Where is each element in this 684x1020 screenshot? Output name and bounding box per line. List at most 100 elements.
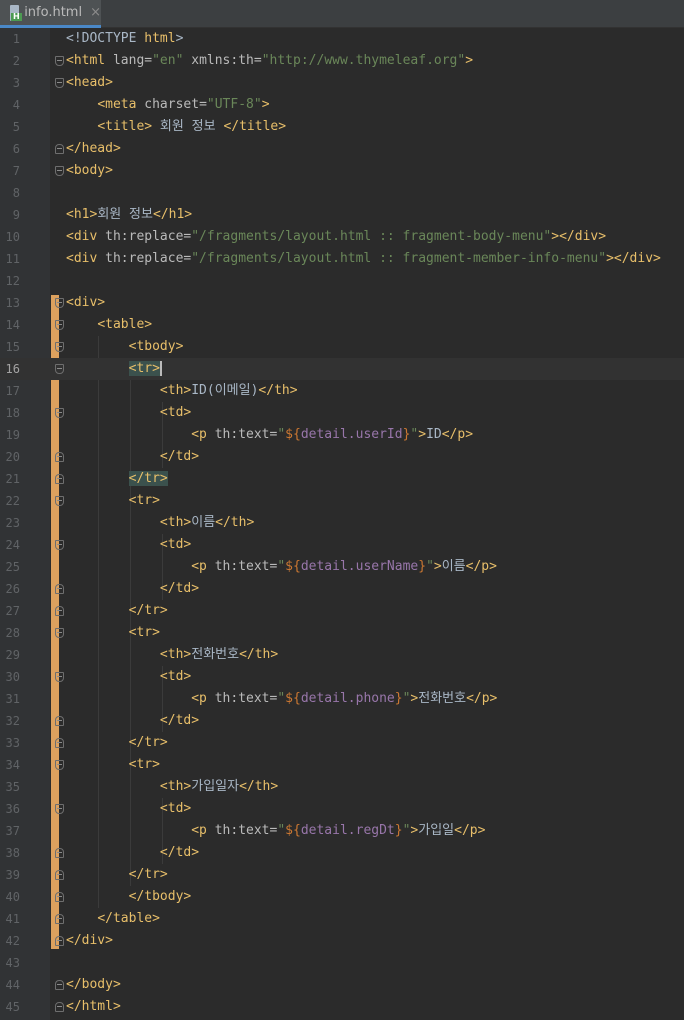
fold-start-icon[interactable] xyxy=(55,804,64,814)
code-token: <p xyxy=(191,823,215,838)
code-token: th:replace= xyxy=(105,251,192,266)
code-line[interactable]: 40 </tbody> xyxy=(0,886,684,908)
code-editor[interactable]: 1 <!DOCTYPE html> 2 <html lang="en" xmlns:t… xyxy=(0,28,684,1020)
code-token: <th> xyxy=(159,779,192,794)
fold-end-icon[interactable] xyxy=(55,144,64,154)
code-line[interactable]: 5 <title> 회원 정보 </title> xyxy=(0,116,684,138)
code-token: ${ xyxy=(285,427,301,442)
code-line[interactable]: 27 </tr> xyxy=(0,600,684,622)
fold-start-icon[interactable] xyxy=(55,320,64,330)
code-line[interactable]: 14 <table> xyxy=(0,314,684,336)
code-line[interactable]: 19 <p th:text="${detail.userId}">ID</p> xyxy=(0,424,684,446)
code-token: ID xyxy=(426,427,442,442)
fold-start-icon[interactable] xyxy=(55,496,64,506)
code-line[interactable]: 1 <!DOCTYPE html> xyxy=(0,28,684,50)
line-number: 31 xyxy=(5,692,20,706)
code-line[interactable]: 9 <h1>회원 정보</h1> xyxy=(0,204,684,226)
code-line[interactable]: 41 </table> xyxy=(0,908,684,930)
code-line[interactable]: 7 <body> xyxy=(0,160,684,182)
code-line[interactable]: 8 xyxy=(0,182,684,204)
code-line[interactable]: 15 <tbody> xyxy=(0,336,684,358)
code-line[interactable]: 18 <td> xyxy=(0,402,684,424)
code-line[interactable]: 25 <p th:text="${detail.userName}">이름</p… xyxy=(0,556,684,578)
fold-start-icon[interactable] xyxy=(55,408,64,418)
code-line[interactable]: 29 <th>전화번호</th> xyxy=(0,644,684,666)
code-line[interactable]: 33 </tr> xyxy=(0,732,684,754)
fold-end-icon[interactable] xyxy=(55,1002,64,1012)
code-line[interactable]: 37 <p th:text="${detail.regDt}">가입일</p> xyxy=(0,820,684,842)
code-line[interactable]: 16 <tr> xyxy=(0,358,684,380)
code-token: </html> xyxy=(66,999,121,1014)
fold-start-icon[interactable] xyxy=(55,298,64,308)
code-text: </body> xyxy=(66,974,121,996)
fold-end-icon[interactable] xyxy=(55,936,64,946)
tab-info-html[interactable]: info.html × xyxy=(0,0,101,28)
fold-start-icon[interactable] xyxy=(55,672,64,682)
fold-start-icon[interactable] xyxy=(55,760,64,770)
fold-end-icon[interactable] xyxy=(55,584,64,594)
code-line[interactable]: 26 </td> xyxy=(0,578,684,600)
code-line[interactable]: 35 <th>가입일자</th> xyxy=(0,776,684,798)
code-line[interactable]: 28 <tr> xyxy=(0,622,684,644)
code-line[interactable]: 10 <div th:replace="/fragments/layout.htm… xyxy=(0,226,684,248)
code-token: detail.phone xyxy=(300,691,395,706)
code-line[interactable]: 34 <tr> xyxy=(0,754,684,776)
fold-start-icon[interactable] xyxy=(55,364,64,374)
code-line[interactable]: 12 xyxy=(0,270,684,292)
fold-end-icon[interactable] xyxy=(55,980,64,990)
fold-end-icon[interactable] xyxy=(55,870,64,880)
code-line[interactable]: 36 <td> xyxy=(0,798,684,820)
code-line[interactable]: 17 <th>ID(이메일)</th> xyxy=(0,380,684,402)
fold-end-icon[interactable] xyxy=(55,716,64,726)
code-token: 이름 xyxy=(191,515,216,530)
fold-start-icon[interactable] xyxy=(55,628,64,638)
line-number: 15 xyxy=(5,340,20,354)
code-token: "/fragments/layout.html :: fragment-memb… xyxy=(191,251,607,266)
fold-end-icon[interactable] xyxy=(55,606,64,616)
code-line[interactable]: 32 </td> xyxy=(0,710,684,732)
code-line[interactable]: 30 <td> xyxy=(0,666,684,688)
code-text: <tr> xyxy=(66,622,160,644)
code-line[interactable]: 3 <head> xyxy=(0,72,684,94)
fold-start-icon[interactable] xyxy=(55,56,64,66)
code-token: "/fragments/layout.html :: fragment-body… xyxy=(191,229,552,244)
close-tab-icon[interactable]: × xyxy=(90,5,101,20)
code-line[interactable]: 22 <tr> xyxy=(0,490,684,512)
code-line[interactable]: 20 </td> xyxy=(0,446,684,468)
code-line[interactable]: 6 </head> xyxy=(0,138,684,160)
fold-end-icon[interactable] xyxy=(55,738,64,748)
code-text: <p th:text="${detail.phone}">전화번호</p> xyxy=(66,688,497,710)
fold-end-icon[interactable] xyxy=(55,848,64,858)
code-line[interactable]: 4 <meta charset="UTF-8"> xyxy=(0,94,684,116)
code-line[interactable]: 23 <th>이름</th> xyxy=(0,512,684,534)
fold-start-icon[interactable] xyxy=(55,78,64,88)
code-line[interactable]: 42 </div> xyxy=(0,930,684,952)
code-line[interactable]: 45 </html> xyxy=(0,996,684,1018)
fold-start-icon[interactable] xyxy=(55,166,64,176)
code-token: <tr> xyxy=(128,757,160,772)
code-line[interactable]: 31 <p th:text="${detail.phone}">전화번호</p> xyxy=(0,688,684,710)
fold-end-icon[interactable] xyxy=(55,452,64,462)
code-line[interactable]: 38 </td> xyxy=(0,842,684,864)
code-token: th:replace= xyxy=(105,229,192,244)
code-text: </html> xyxy=(66,996,121,1018)
code-line[interactable]: 21 </tr> xyxy=(0,468,684,490)
code-line[interactable]: 44 </body> xyxy=(0,974,684,996)
fold-end-icon[interactable] xyxy=(55,914,64,924)
code-line[interactable]: 2 <html lang="en" xmlns:th="http://www.th… xyxy=(0,50,684,72)
fold-end-icon[interactable] xyxy=(55,892,64,902)
code-line[interactable]: 13 <div> xyxy=(0,292,684,314)
fold-end-icon[interactable] xyxy=(55,474,64,484)
code-line[interactable]: 11 <div th:replace="/fragments/layout.htm… xyxy=(0,248,684,270)
code-line[interactable]: 43 xyxy=(0,952,684,974)
code-line[interactable]: 39 </tr> xyxy=(0,864,684,886)
code-text: <head> xyxy=(66,72,113,94)
code-line[interactable]: 24 <td> xyxy=(0,534,684,556)
fold-start-icon[interactable] xyxy=(55,342,64,352)
code-token: </td> xyxy=(159,449,200,464)
fold-start-icon[interactable] xyxy=(55,540,64,550)
